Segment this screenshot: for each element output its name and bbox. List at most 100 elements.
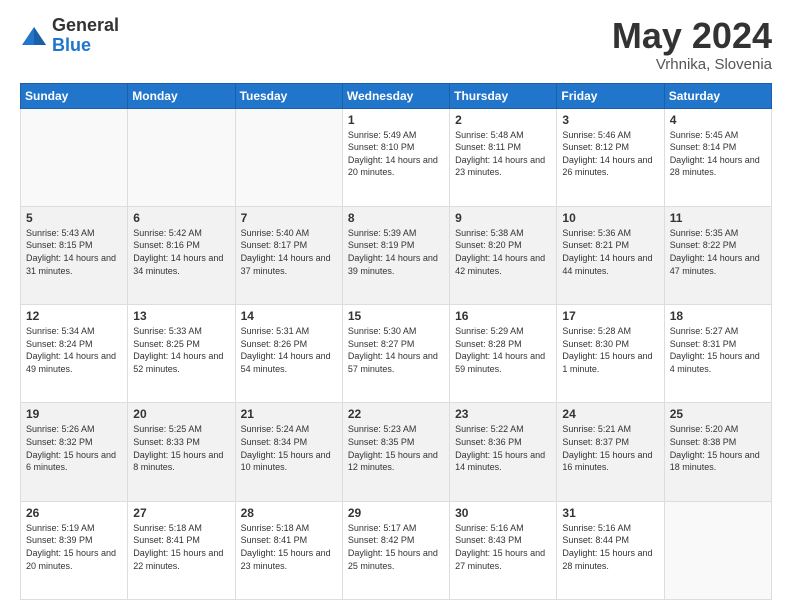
day-info: Sunrise: 5:18 AMSunset: 8:41 PMDaylight:… [133, 522, 229, 572]
day-info: Sunrise: 5:18 AMSunset: 8:41 PMDaylight:… [241, 522, 337, 572]
logo: General Blue [20, 16, 119, 56]
day-number: 6 [133, 211, 229, 225]
month-title: May 2024 [612, 16, 772, 56]
day-number: 31 [562, 506, 658, 520]
calendar-cell: 4Sunrise: 5:45 AMSunset: 8:14 PMDaylight… [664, 108, 771, 206]
calendar-week-row: 26 Sunrise: 5:19 AMSunset: 8:39 PMDayligh… [21, 501, 772, 599]
day-number: 11 [670, 211, 766, 225]
weekday-header: Monday [128, 83, 235, 108]
calendar-cell: 15Sunrise: 5:30 AMSunset: 8:27 PMDayligh… [342, 305, 449, 403]
weekday-header: Wednesday [342, 83, 449, 108]
day-number: 14 [241, 309, 337, 323]
day-number: 8 [348, 211, 444, 225]
day-number: 9 [455, 211, 551, 225]
calendar-cell [21, 108, 128, 206]
day-number: 15 [348, 309, 444, 323]
calendar-cell: 27 Sunrise: 5:18 AMSunset: 8:41 PMDayligh… [128, 501, 235, 599]
calendar-week-row: 1 Sunrise: 5:49 AMSunset: 8:10 PMDaylight… [21, 108, 772, 206]
day-info: Sunrise: 5:42 AMSunset: 8:16 PMDaylight:… [133, 227, 229, 277]
calendar-cell: 20 Sunrise: 5:25 AMSunset: 8:33 PMDayligh… [128, 403, 235, 501]
day-info: Sunrise: 5:19 AMSunset: 8:39 PMDaylight:… [26, 522, 122, 572]
calendar-cell: 8 Sunrise: 5:39 AMSunset: 8:19 PMDaylight… [342, 206, 449, 304]
day-number: 20 [133, 407, 229, 421]
calendar-table: SundayMondayTuesdayWednesdayThursdayFrid… [20, 83, 772, 600]
day-number: 28 [241, 506, 337, 520]
day-info: Sunrise: 5:26 AMSunset: 8:32 PMDaylight:… [26, 423, 122, 473]
calendar-cell: 12Sunrise: 5:34 AMSunset: 8:24 PMDayligh… [21, 305, 128, 403]
calendar-cell: 18 Sunrise: 5:27 AMSunset: 8:31 PMDayligh… [664, 305, 771, 403]
calendar-cell: 21Sunrise: 5:24 AMSunset: 8:34 PMDayligh… [235, 403, 342, 501]
calendar-cell: 24 Sunrise: 5:21 AMSunset: 8:37 PMDayligh… [557, 403, 664, 501]
day-info: Sunrise: 5:39 AMSunset: 8:19 PMDaylight:… [348, 227, 444, 277]
day-number: 30 [455, 506, 551, 520]
calendar-cell: 22Sunrise: 5:23 AMSunset: 8:35 PMDayligh… [342, 403, 449, 501]
day-info: Sunrise: 5:45 AMSunset: 8:14 PMDaylight:… [670, 129, 766, 179]
weekday-header: Friday [557, 83, 664, 108]
day-number: 1 [348, 113, 444, 127]
day-info: Sunrise: 5:28 AMSunset: 8:30 PMDaylight:… [562, 325, 658, 375]
day-info: Sunrise: 5:20 AMSunset: 8:38 PMDaylight:… [670, 423, 766, 473]
day-info: Sunrise: 5:16 AMSunset: 8:44 PMDaylight:… [562, 522, 658, 572]
calendar-cell: 2 Sunrise: 5:48 AMSunset: 8:11 PMDaylight… [450, 108, 557, 206]
page: General Blue May 2024 Vrhnika, Slovenia … [0, 0, 792, 612]
weekday-header-row: SundayMondayTuesdayWednesdayThursdayFrid… [21, 83, 772, 108]
day-info: Sunrise: 5:16 AMSunset: 8:43 PMDaylight:… [455, 522, 551, 572]
calendar-cell: 23 Sunrise: 5:22 AMSunset: 8:36 PMDayligh… [450, 403, 557, 501]
calendar-cell: 17Sunrise: 5:28 AMSunset: 8:30 PMDayligh… [557, 305, 664, 403]
day-info: Sunrise: 5:22 AMSunset: 8:36 PMDaylight:… [455, 423, 551, 473]
day-info: Sunrise: 5:25 AMSunset: 8:33 PMDaylight:… [133, 423, 229, 473]
calendar-week-row: 19Sunrise: 5:26 AMSunset: 8:32 PMDayligh… [21, 403, 772, 501]
calendar-cell: 7Sunrise: 5:40 AMSunset: 8:17 PMDaylight… [235, 206, 342, 304]
day-info: Sunrise: 5:31 AMSunset: 8:26 PMDaylight:… [241, 325, 337, 375]
day-info: Sunrise: 5:23 AMSunset: 8:35 PMDaylight:… [348, 423, 444, 473]
day-number: 26 [26, 506, 122, 520]
header: General Blue May 2024 Vrhnika, Slovenia [20, 16, 772, 73]
calendar-cell: 28 Sunrise: 5:18 AMSunset: 8:41 PMDayligh… [235, 501, 342, 599]
calendar-cell: 26 Sunrise: 5:19 AMSunset: 8:39 PMDayligh… [21, 501, 128, 599]
day-info: Sunrise: 5:49 AMSunset: 8:10 PMDaylight:… [348, 129, 444, 179]
day-info: Sunrise: 5:38 AMSunset: 8:20 PMDaylight:… [455, 227, 551, 277]
calendar-week-row: 12Sunrise: 5:34 AMSunset: 8:24 PMDayligh… [21, 305, 772, 403]
logo-general: General [52, 16, 119, 36]
day-info: Sunrise: 5:33 AMSunset: 8:25 PMDaylight:… [133, 325, 229, 375]
weekday-header: Tuesday [235, 83, 342, 108]
calendar-cell: 29 Sunrise: 5:17 AMSunset: 8:42 PMDayligh… [342, 501, 449, 599]
calendar-cell: 6 Sunrise: 5:42 AMSunset: 8:16 PMDaylight… [128, 206, 235, 304]
day-number: 24 [562, 407, 658, 421]
logo-icon [20, 23, 48, 51]
weekday-header: Thursday [450, 83, 557, 108]
calendar-week-row: 5Sunrise: 5:43 AMSunset: 8:15 PMDaylight… [21, 206, 772, 304]
day-number: 16 [455, 309, 551, 323]
day-info: Sunrise: 5:17 AMSunset: 8:42 PMDaylight:… [348, 522, 444, 572]
calendar-cell: 3Sunrise: 5:46 AMSunset: 8:12 PMDaylight… [557, 108, 664, 206]
calendar-cell: 10 Sunrise: 5:36 AMSunset: 8:21 PMDayligh… [557, 206, 664, 304]
day-info: Sunrise: 5:48 AMSunset: 8:11 PMDaylight:… [455, 129, 551, 179]
day-number: 21 [241, 407, 337, 421]
day-number: 23 [455, 407, 551, 421]
location-subtitle: Vrhnika, Slovenia [612, 56, 772, 73]
calendar-cell [235, 108, 342, 206]
calendar-cell: 25Sunrise: 5:20 AMSunset: 8:38 PMDayligh… [664, 403, 771, 501]
day-info: Sunrise: 5:27 AMSunset: 8:31 PMDaylight:… [670, 325, 766, 375]
calendar-cell: 31 Sunrise: 5:16 AMSunset: 8:44 PMDayligh… [557, 501, 664, 599]
calendar-cell: 9 Sunrise: 5:38 AMSunset: 8:20 PMDaylight… [450, 206, 557, 304]
day-info: Sunrise: 5:35 AMSunset: 8:22 PMDaylight:… [670, 227, 766, 277]
day-info: Sunrise: 5:36 AMSunset: 8:21 PMDaylight:… [562, 227, 658, 277]
calendar-cell: 1 Sunrise: 5:49 AMSunset: 8:10 PMDaylight… [342, 108, 449, 206]
day-info: Sunrise: 5:43 AMSunset: 8:15 PMDaylight:… [26, 227, 122, 277]
day-info: Sunrise: 5:21 AMSunset: 8:37 PMDaylight:… [562, 423, 658, 473]
logo-blue: Blue [52, 36, 119, 56]
day-number: 18 [670, 309, 766, 323]
day-number: 27 [133, 506, 229, 520]
calendar-cell: 19Sunrise: 5:26 AMSunset: 8:32 PMDayligh… [21, 403, 128, 501]
day-number: 7 [241, 211, 337, 225]
day-number: 29 [348, 506, 444, 520]
day-info: Sunrise: 5:29 AMSunset: 8:28 PMDaylight:… [455, 325, 551, 375]
calendar-cell: 13Sunrise: 5:33 AMSunset: 8:25 PMDayligh… [128, 305, 235, 403]
day-number: 10 [562, 211, 658, 225]
calendar-cell [664, 501, 771, 599]
day-number: 2 [455, 113, 551, 127]
weekday-header: Saturday [664, 83, 771, 108]
calendar-cell: 5Sunrise: 5:43 AMSunset: 8:15 PMDaylight… [21, 206, 128, 304]
calendar-cell: 16 Sunrise: 5:29 AMSunset: 8:28 PMDayligh… [450, 305, 557, 403]
